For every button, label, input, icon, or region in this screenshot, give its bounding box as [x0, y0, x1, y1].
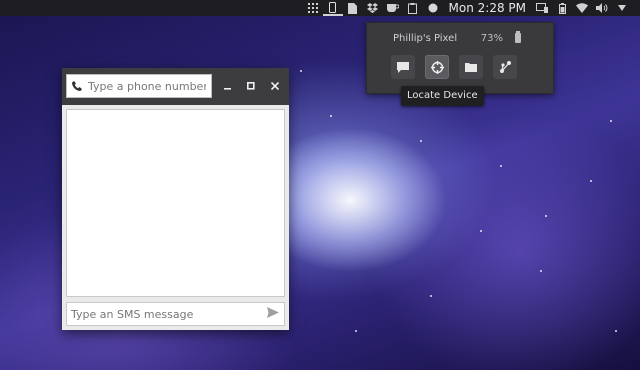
share-icon: [499, 61, 511, 73]
record-icon[interactable]: [423, 0, 443, 16]
clock[interactable]: Mon 2:28 PM: [449, 1, 526, 15]
maximize-button[interactable]: [243, 78, 259, 94]
volume-icon[interactable]: [592, 0, 612, 16]
minimize-button[interactable]: [220, 78, 236, 94]
conversation-area[interactable]: [66, 109, 285, 297]
device-battery-level: 73%: [480, 33, 503, 44]
battery-icon[interactable]: [552, 0, 572, 16]
coffee-icon[interactable]: [383, 0, 403, 16]
wifi-icon[interactable]: [572, 0, 592, 16]
send-sms-button[interactable]: [391, 55, 415, 79]
crosshair-icon: [430, 60, 444, 74]
sms-message-field[interactable]: [66, 302, 285, 326]
share-button[interactable]: [493, 55, 517, 79]
minimize-icon: [224, 88, 231, 90]
locate-device-tooltip: Locate Device: [401, 86, 484, 106]
device-popover: Phillip's Pixel 73%: [366, 22, 554, 94]
close-icon: [271, 82, 279, 90]
power-menu-icon[interactable]: [612, 0, 632, 16]
top-panel: Mon 2:28 PM: [0, 0, 640, 16]
browse-files-button[interactable]: [459, 55, 483, 79]
message-icon: [397, 61, 409, 73]
send-icon[interactable]: [267, 307, 279, 321]
sms-message-input[interactable]: [71, 307, 261, 321]
phone-number-input[interactable]: [88, 79, 206, 93]
phone-handset-icon: [72, 81, 82, 91]
phone-icon[interactable]: [322, 0, 343, 16]
dropbox-icon[interactable]: [363, 0, 383, 16]
phone-number-field[interactable]: [66, 74, 212, 98]
device-actions: [391, 55, 517, 79]
maximize-icon: [247, 82, 255, 90]
display-icon[interactable]: [532, 0, 552, 16]
folder-icon: [465, 63, 477, 72]
device-battery-icon: [515, 31, 521, 43]
grid-app-icon[interactable]: [303, 0, 323, 16]
sms-window: [62, 68, 289, 330]
locate-device-button[interactable]: [425, 55, 449, 79]
clipboard-icon[interactable]: [403, 0, 423, 16]
device-name: Phillip's Pixel: [393, 33, 458, 44]
close-button[interactable]: [267, 78, 283, 94]
window-titlebar[interactable]: [62, 68, 289, 105]
document-icon[interactable]: [343, 0, 363, 16]
